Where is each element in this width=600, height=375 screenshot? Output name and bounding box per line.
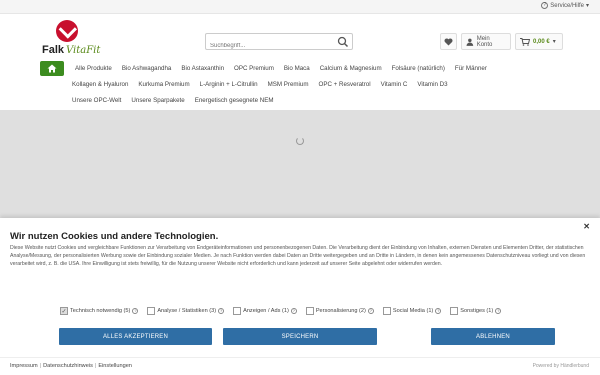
cookie-category-ads[interactable]: Anzeigen / Ads (1) ? <box>233 307 297 315</box>
home-icon <box>47 64 57 72</box>
nav-item[interactable]: Energetisch gesegnete NEM <box>190 97 279 104</box>
nav-row-3: Unsere OPC-Welt Unsere Sparpakete Energe… <box>40 92 560 108</box>
cookie-text: Diese Website nutzt Cookies und vergleic… <box>10 245 586 267</box>
service-help-link[interactable]: ? Service/Hilfe ▾ <box>541 2 589 9</box>
header: FalkVitaFit Mein Konto 0,00 € ▾ <box>0 14 600 59</box>
cookie-category-other[interactable]: Sonstiges (1) ? <box>450 307 502 315</box>
cookie-category-personalization[interactable]: Personalisierung (2) ? <box>305 307 374 315</box>
cookie-categories: ✓ Technisch notwendig (5) ? Analyse / St… <box>60 307 502 315</box>
info-icon[interactable]: ? <box>435 308 442 314</box>
cart-icon <box>520 37 530 46</box>
logo-brand: Falk <box>42 44 65 56</box>
question-icon: ? <box>541 2 549 9</box>
nav-item[interactable]: Bio Maca <box>279 65 315 72</box>
footer-link-imprint[interactable]: Impressum <box>10 363 38 369</box>
home-button[interactable] <box>40 60 64 76</box>
checkbox[interactable] <box>382 307 391 315</box>
info-icon[interactable]: ? <box>290 308 297 314</box>
powered-by[interactable]: Powered by Händlerbund <box>533 363 589 369</box>
account-label: Mein Konto <box>476 35 493 48</box>
cart-total: 0,00 € <box>533 38 550 45</box>
logo-suffix: VitaFit <box>66 45 101 56</box>
cookie-category-social-media[interactable]: Social Media (1) ? <box>382 307 442 315</box>
close-icon[interactable]: ✕ <box>583 222 590 231</box>
nav-item[interactable]: Für Männer <box>450 65 492 72</box>
cookie-category-statistics[interactable]: Analyse / Statistiken (3) ? <box>147 307 225 315</box>
nav-item[interactable]: OPC Premium <box>229 65 279 72</box>
heart-logo-icon <box>56 20 78 42</box>
heart-icon <box>444 37 453 46</box>
nav-item[interactable]: Bio Ashwagandha <box>117 65 177 72</box>
save-button[interactable]: SPEICHERN <box>223 328 377 345</box>
nav-item[interactable]: Calcium & Magnesium <box>315 65 387 72</box>
footer: Impressum | Datenschutzhinweis | Einstel… <box>0 357 600 375</box>
accept-all-button[interactable]: ALLES AKZEPTIEREN <box>59 328 212 345</box>
checkbox-label: Personalisierung (2) <box>315 308 366 314</box>
nav-item[interactable]: OPC + Resveratrol <box>314 81 376 88</box>
account-button[interactable]: Mein Konto <box>461 33 511 50</box>
checkbox-label: Sonstiges (1) <box>460 308 494 314</box>
checkbox[interactable] <box>450 307 459 315</box>
reject-button[interactable]: ABLEHNEN <box>431 328 555 345</box>
checkbox[interactable] <box>147 307 156 315</box>
checkbox[interactable] <box>233 307 242 315</box>
checkbox-label: Technisch notwendig (5) <box>70 308 131 314</box>
nav-item[interactable]: Kurkuma Premium <box>133 81 194 88</box>
info-icon[interactable]: ? <box>367 308 374 314</box>
nav-item[interactable]: Alle Produkte <box>70 65 117 72</box>
nav-item[interactable]: Bio Astaxanthin <box>176 65 229 72</box>
nav-item[interactable]: MSM Premium <box>263 81 314 88</box>
top-bar: ? Service/Hilfe ▾ <box>0 0 600 14</box>
nav-item[interactable]: Kollagen & Hyaluron <box>40 81 133 88</box>
checkbox[interactable]: ✓ <box>60 307 68 315</box>
nav-item[interactable]: Folsäure (natürlich) <box>387 65 450 72</box>
cookie-category-necessary[interactable]: ✓ Technisch notwendig (5) ? <box>60 307 139 315</box>
nav-item[interactable]: Unsere OPC-Welt <box>40 97 126 104</box>
nav-item[interactable]: Vitamin D3 <box>412 81 452 88</box>
search-icon[interactable] <box>337 36 349 48</box>
loading-spinner-icon <box>296 137 304 145</box>
logo[interactable]: Falk VitaFit <box>42 20 100 60</box>
footer-link-privacy[interactable]: Datenschutzhinweis <box>43 363 93 369</box>
wishlist-button[interactable] <box>440 33 457 50</box>
nav-item[interactable]: L-Arginin + L-Citrullin <box>195 81 263 88</box>
checkbox-label: Social Media (1) <box>392 308 434 314</box>
info-icon[interactable]: ? <box>495 308 502 314</box>
nav-item[interactable]: Unsere Sparpakete <box>126 97 189 104</box>
search-input[interactable] <box>206 38 331 54</box>
checkbox[interactable] <box>305 307 314 315</box>
search-box <box>205 33 353 54</box>
content-loading-area <box>0 110 600 218</box>
chevron-down-icon: ▾ <box>552 39 556 45</box>
checkbox-label: Analyse / Statistiken (3) <box>157 308 217 314</box>
separator: | <box>94 363 97 369</box>
nav-row-2: Kollagen & Hyaluron Kurkuma Premium L-Ar… <box>40 76 560 92</box>
chevron-down-icon: ▾ <box>585 3 589 9</box>
cookie-banner: ✕ Wir nutzen Cookies und andere Technolo… <box>0 218 600 357</box>
nav-row-1: Alle Produkte Bio Ashwagandha Bio Astaxa… <box>40 60 560 76</box>
service-help-label: Service/Hilfe <box>550 2 584 9</box>
nav-item[interactable]: Vitamin C <box>376 81 413 88</box>
logo-wordmark: Falk VitaFit <box>42 44 100 56</box>
checkbox-label: Anzeigen / Ads (1) <box>243 308 289 314</box>
separator: | <box>39 363 42 369</box>
footer-links: Impressum | Datenschutzhinweis | Einstel… <box>10 363 132 369</box>
info-icon[interactable]: ? <box>218 308 225 314</box>
info-icon[interactable]: ? <box>132 308 139 314</box>
main-navigation: Alle Produkte Bio Ashwagandha Bio Astaxa… <box>40 60 560 108</box>
user-icon <box>466 38 474 46</box>
cart-button[interactable]: 0,00 € ▾ <box>515 33 563 50</box>
cookie-title: Wir nutzen Cookies und andere Technologi… <box>10 231 219 242</box>
footer-link-settings[interactable]: Einstellungen <box>98 363 132 369</box>
